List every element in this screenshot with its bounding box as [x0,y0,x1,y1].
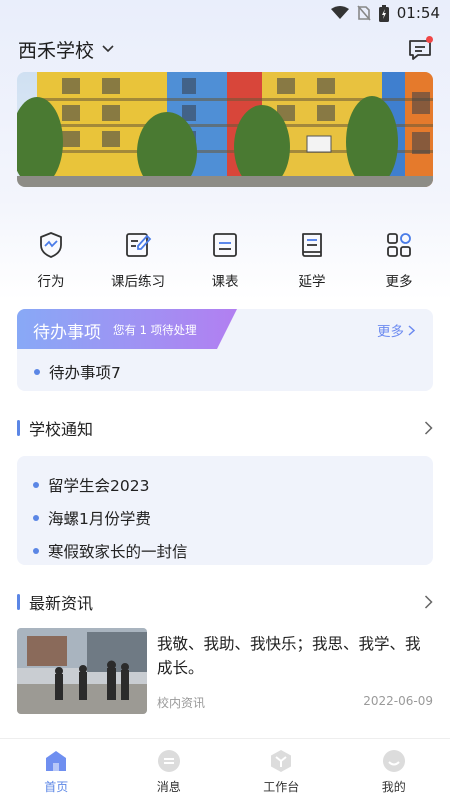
grid-more-icon [387,233,411,257]
notice-item[interactable]: 海螺1月份学费 [33,501,417,534]
news-section-header: 最新资讯 [17,590,433,614]
notices-title: 学校通知 [17,416,93,440]
tab-messages[interactable]: 消息 [113,739,226,800]
tab-label: 首页 [44,780,69,794]
behavior-shield-icon [40,232,62,258]
campus-banner[interactable] [17,72,433,187]
quick-label: 延学 [298,274,326,290]
news-thumbnail [17,628,147,714]
todo-header: 待办事项 您有 1 项待处理 更多 [17,309,433,349]
notices-section-header: 学校通知 [17,416,433,440]
quick-nav: 行为 课后练习 课表 延学 更多 [8,230,442,290]
status-bar: 01:54 [0,0,450,26]
bullet-dot [34,369,40,375]
chevron-right-icon[interactable] [424,595,433,609]
campus-banner-image [17,72,433,187]
todo-more-link[interactable]: 更多 [377,320,415,340]
bullet-dot [33,547,39,554]
notice-item-label: 留学生会2023 [48,476,150,495]
status-icons: 01:54 [330,4,440,22]
news-title: 最新资讯 [17,590,93,614]
section-bar [17,420,20,436]
notice-item[interactable]: 留学生会2023 [33,468,417,501]
todo-item[interactable]: 待办事项7 [34,361,121,383]
notices-card: 留学生会2023 海螺1月份学费 寒假致家长的一封信 [17,456,433,565]
tab-label: 我的 [381,780,406,794]
todo-title: 待办事项 [33,323,101,343]
section-bar [17,594,20,610]
quick-label: 课表 [211,274,239,290]
battery-charging-icon [378,4,389,22]
bullet-dot [33,481,39,488]
todo-card: 待办事项 您有 1 项待处理 更多 待办事项7 [17,309,433,391]
quick-label: 更多 [385,274,413,290]
bullet-dot [33,514,39,521]
quick-item-homework[interactable]: 课后练习 [95,230,181,290]
notices-title-text: 学校通知 [29,420,94,439]
notice-item-label: 海螺1月份学费 [48,509,151,528]
todo-subtitle: 您有 1 项待处理 [113,323,197,337]
notice-item[interactable]: 寒假致家长的一封信 [33,534,417,567]
wifi-icon [330,6,349,19]
tab-label: 消息 [156,780,181,794]
news-photo-image [17,628,147,714]
profile-icon [382,750,405,772]
tab-home[interactable]: 首页 [0,739,113,800]
quick-item-extended-study[interactable]: 延学 [269,230,355,290]
no-sim-icon [357,5,371,21]
news-item-source: 校内资讯 [157,696,206,710]
school-selector[interactable]: 西禾学校 [18,36,114,63]
schedule-icon [213,233,237,257]
status-time: 01:54 [396,4,440,22]
news-item-date: 2022-06-09 [363,694,433,708]
chevron-right-icon[interactable] [424,421,433,435]
school-name: 西禾学校 [18,39,95,62]
header: 西禾学校 [18,34,434,64]
tab-label: 工作台 [263,780,300,794]
news-item-title: 我敬、我助、我快乐；我思、我学、我成长。 [157,635,421,677]
bottom-tab-bar: 首页 消息 工作台 我的 [0,738,450,800]
quick-item-schedule[interactable]: 课表 [182,230,268,290]
homework-edit-icon [126,233,152,257]
message-button[interactable] [406,35,434,63]
chevron-right-icon [408,324,415,336]
tab-profile[interactable]: 我的 [338,739,450,800]
tab-workbench[interactable]: 工作台 [225,739,338,800]
book-icon [302,233,322,257]
notice-item-label: 寒假致家长的一封信 [48,542,188,561]
workbench-icon [271,750,292,772]
quick-item-behavior[interactable]: 行为 [8,230,94,290]
quick-item-more[interactable]: 更多 [356,230,442,290]
chevron-down-icon [102,45,114,53]
todo-more-label: 更多 [377,324,404,340]
quick-label: 行为 [37,274,65,290]
home-icon [46,751,67,771]
quick-label: 课后练习 [111,274,165,290]
unread-dot [426,36,433,43]
message-bubble-icon [157,750,180,772]
news-title-text: 最新资讯 [29,594,94,613]
news-item[interactable]: 我敬、我助、我快乐；我思、我学、我成长。 校内资讯 2022-06-09 [17,628,433,714]
todo-item-label: 待办事项7 [49,364,121,382]
